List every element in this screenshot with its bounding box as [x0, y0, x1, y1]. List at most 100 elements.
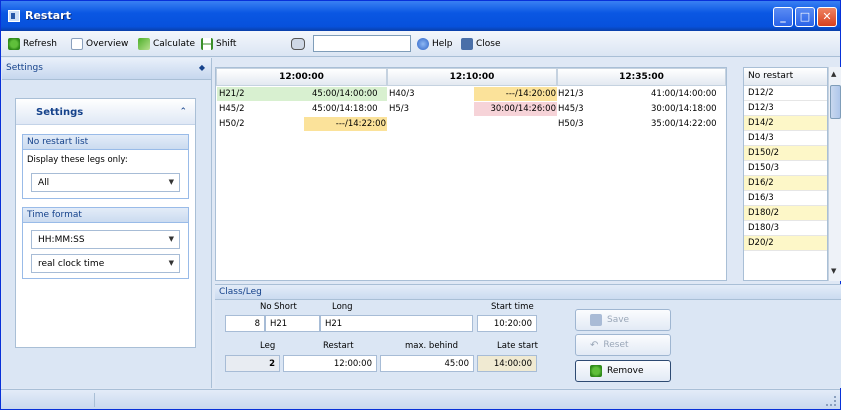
- list-item[interactable]: D16/2: [744, 176, 827, 191]
- overview-label: Overview: [86, 39, 129, 49]
- reset-button[interactable]: ↶ Reset: [575, 334, 671, 356]
- column-header-time-1[interactable]: 12:00:00: [216, 68, 387, 86]
- display-legs-value: All: [38, 178, 50, 188]
- refresh-label: Refresh: [23, 39, 57, 49]
- shift-icon: [201, 38, 213, 50]
- list-item[interactable]: D16/3: [744, 191, 827, 206]
- clock-mode-value: real clock time: [38, 259, 105, 269]
- help-button[interactable]: Help: [417, 36, 453, 52]
- no-field[interactable]: 8: [225, 315, 265, 332]
- close-window-button[interactable]: ✕: [817, 7, 837, 27]
- close-door-icon: [461, 38, 473, 50]
- app-icon: [8, 10, 20, 22]
- column-header-time-3[interactable]: 12:35:00: [557, 68, 726, 86]
- long-name-field[interactable]: H21: [320, 315, 473, 332]
- leg-cell: H21/3: [558, 89, 584, 99]
- restart-label: Restart: [323, 341, 354, 351]
- pin-icon[interactable]: ◆: [199, 63, 205, 72]
- value-cell: 30:00/14:18:00: [651, 104, 717, 114]
- title-bar: Restart _ □ ✕: [1, 1, 840, 31]
- time-format-select[interactable]: HH:MM:SS ▼: [31, 230, 180, 249]
- list-item[interactable]: D20/2: [744, 236, 827, 251]
- value-cell[interactable]: ---/14:20:00: [474, 87, 557, 101]
- chevron-down-icon: ▼: [168, 259, 174, 267]
- leg-label: Leg: [260, 341, 276, 351]
- refresh-icon: [8, 38, 20, 50]
- refresh-icon: [590, 365, 602, 377]
- scroll-down-icon[interactable]: ▼: [831, 267, 836, 275]
- no-restart-list: No restart D12/2 D12/3 D14/2 D14/3 D150/…: [743, 67, 828, 281]
- leg-cell: H50/3: [558, 119, 584, 129]
- status-divider: [94, 393, 95, 407]
- class-leg-header: Class/Leg: [215, 285, 841, 300]
- undo-icon: ↶: [590, 339, 599, 351]
- reset-label: Reset: [603, 340, 629, 350]
- value-cell: 35:00/14:22:00: [651, 119, 717, 129]
- shift-button[interactable]: Shift: [201, 36, 236, 52]
- settings-box: Settings ⌃ No restart list Display these…: [15, 98, 196, 348]
- list-item[interactable]: D14/2: [744, 116, 827, 131]
- remove-button[interactable]: Remove: [575, 360, 671, 382]
- chevron-down-icon: ▼: [168, 178, 174, 186]
- value-cell[interactable]: 30:00/14:26:00: [474, 102, 557, 116]
- refresh-button[interactable]: Refresh: [8, 36, 57, 52]
- binoculars-icon: [291, 38, 305, 50]
- list-item[interactable]: D12/2: [744, 86, 827, 101]
- list-item[interactable]: D180/2: [744, 206, 827, 221]
- late-start-label: Late start: [497, 341, 539, 351]
- start-time-field[interactable]: 10:20:00: [477, 315, 537, 332]
- save-label: Save: [607, 315, 630, 325]
- leg-cell: H21/2: [219, 89, 245, 99]
- display-legs-select[interactable]: All ▼: [31, 173, 180, 192]
- leg-field: 2: [225, 355, 280, 372]
- list-item[interactable]: D150/3: [744, 161, 827, 176]
- leg-cell: H40/3: [389, 89, 415, 99]
- maximize-button[interactable]: □: [795, 7, 815, 27]
- leg-cell: H45/2: [219, 104, 245, 114]
- value-cell[interactable]: ---/14:22:00: [304, 117, 387, 131]
- list-item[interactable]: D180/3: [744, 221, 827, 236]
- value-cell: 45:00/14:00:00: [312, 89, 378, 99]
- help-icon: [417, 38, 429, 50]
- start-time-label: Start time: [491, 302, 534, 312]
- long-label: Long: [332, 302, 353, 312]
- find-button[interactable]: [291, 36, 305, 52]
- restart-time-field[interactable]: 12:00:00: [283, 355, 377, 372]
- document-icon: [71, 38, 83, 50]
- no-restart-group-header: No restart list: [23, 135, 188, 150]
- minimize-button[interactable]: _: [773, 7, 793, 27]
- list-item[interactable]: D150/2: [744, 146, 827, 161]
- short-label: Short: [274, 302, 297, 312]
- overview-button[interactable]: Overview: [71, 36, 128, 52]
- clock-mode-select[interactable]: real clock time ▼: [31, 254, 180, 273]
- list-item[interactable]: D14/3: [744, 131, 827, 146]
- calculate-button[interactable]: Calculate: [138, 36, 195, 52]
- save-button[interactable]: Save: [575, 309, 671, 331]
- max-behind-field[interactable]: 45:00: [380, 355, 474, 372]
- scroll-thumb[interactable]: [830, 85, 841, 119]
- no-restart-scrollbar[interactable]: ▲ ▼: [828, 67, 841, 281]
- toolbar: Refresh Overview Calculate Shift Help Cl…: [1, 31, 840, 57]
- column-header-time-2[interactable]: 12:10:00: [387, 68, 557, 86]
- close-label: Close: [476, 39, 501, 49]
- settings-box-title: Settings: [16, 99, 195, 125]
- no-restart-header: No restart: [744, 68, 827, 86]
- shift-label: Shift: [216, 39, 237, 49]
- no-restart-group: No restart list Display these legs only:…: [22, 134, 189, 199]
- value-cell: 45:00/14:18:00: [312, 104, 378, 114]
- short-name-field[interactable]: H21: [265, 315, 320, 332]
- time-format-group-header: Time format: [23, 208, 188, 223]
- search-input[interactable]: [313, 35, 411, 52]
- late-start-field: 14:00:00: [477, 355, 537, 372]
- scroll-up-icon[interactable]: ▲: [831, 70, 836, 78]
- help-label: Help: [432, 39, 453, 49]
- value-cell: 41:00/14:00:00: [651, 89, 717, 99]
- close-button[interactable]: Close: [461, 36, 501, 52]
- list-item[interactable]: D12/3: [744, 101, 827, 116]
- leg-cell: H5/3: [389, 104, 410, 114]
- chevron-down-icon: ▼: [168, 235, 174, 243]
- resize-grip[interactable]: [826, 396, 836, 406]
- max-behind-label: max. behind: [405, 341, 459, 351]
- collapse-icon[interactable]: ⌃: [179, 107, 187, 117]
- display-legs-label: Display these legs only:: [27, 155, 128, 165]
